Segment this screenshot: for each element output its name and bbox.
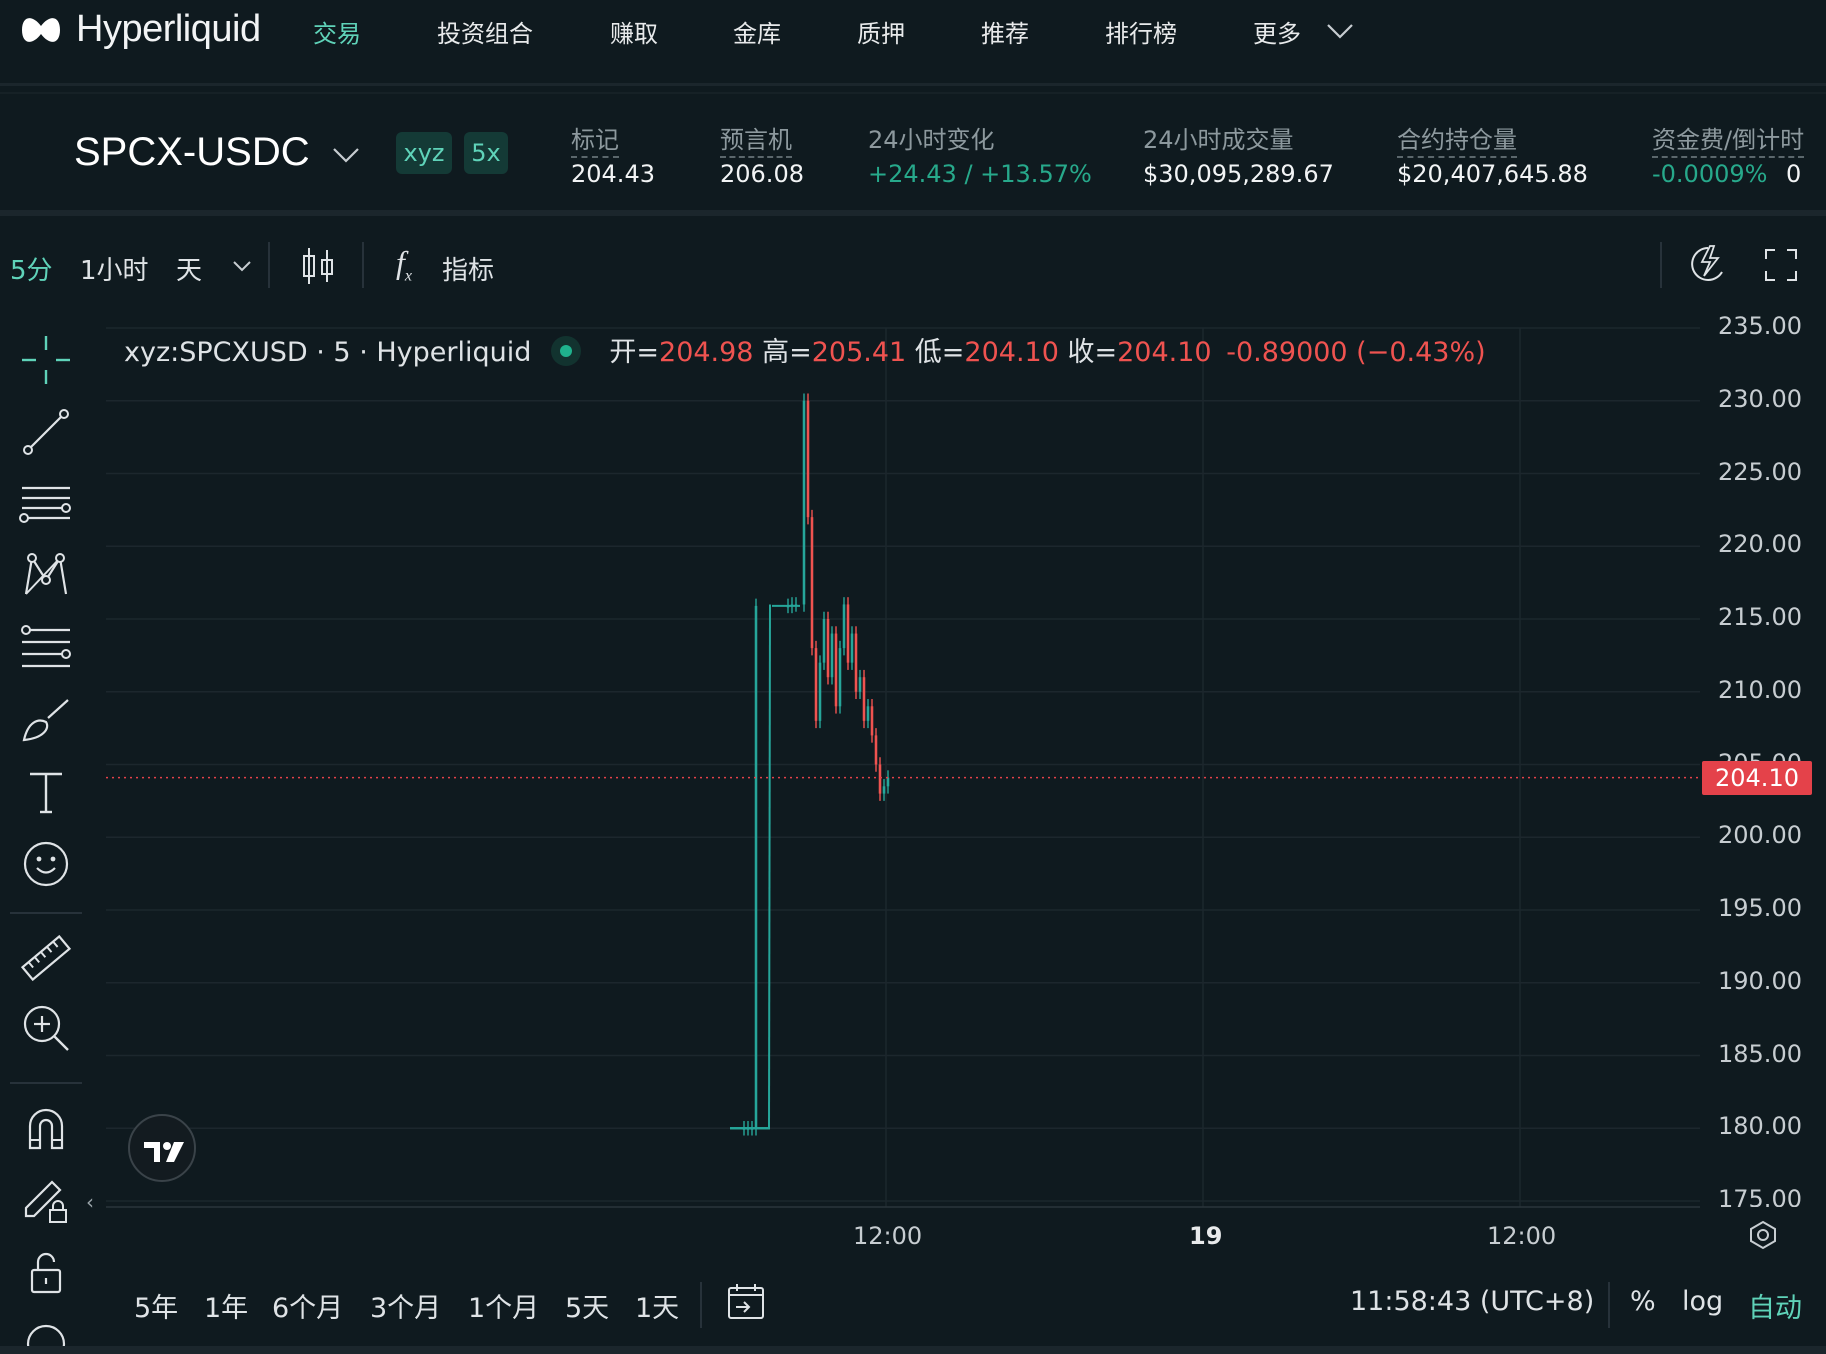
candle-body bbox=[810, 517, 814, 649]
legend-close-label: 收= bbox=[1067, 337, 1118, 368]
candle-body bbox=[870, 706, 874, 736]
y-tick-label: 190.00 bbox=[1718, 966, 1802, 995]
y-tick-label: 185.00 bbox=[1718, 1039, 1802, 1068]
candle-body bbox=[830, 633, 834, 678]
legend-high: 205.41 bbox=[811, 337, 907, 368]
candle-body bbox=[838, 648, 842, 707]
y-tick-label: 235.00 bbox=[1718, 312, 1802, 340]
candle-body bbox=[842, 604, 846, 649]
candle-body bbox=[850, 633, 854, 663]
legend-low: 204.10 bbox=[964, 337, 1059, 368]
price-jump bbox=[768, 604, 771, 1129]
percent-scale-toggle[interactable]: % bbox=[1630, 1286, 1656, 1317]
y-tick-label: 230.00 bbox=[1718, 384, 1802, 413]
candle-body bbox=[878, 764, 882, 794]
candle-body bbox=[866, 706, 870, 721]
range-5y[interactable]: 5年 bbox=[134, 1286, 178, 1325]
y-tick-label: 175.00 bbox=[1718, 1185, 1802, 1207]
candle-body bbox=[826, 619, 830, 678]
range-3m[interactable]: 3个月 bbox=[370, 1286, 441, 1325]
y-tick-label: 225.00 bbox=[1718, 457, 1802, 486]
range-5d[interactable]: 5天 bbox=[565, 1286, 609, 1325]
x-tick-label: 12:00 bbox=[1487, 1222, 1557, 1250]
candle-body bbox=[858, 677, 862, 692]
legend-high-label: 高= bbox=[762, 337, 812, 368]
legend-low-label: 低= bbox=[914, 337, 965, 368]
candle-body bbox=[854, 633, 858, 692]
x-tick-label: 12:00 bbox=[853, 1222, 923, 1250]
range-1y[interactable]: 1年 bbox=[204, 1286, 248, 1325]
market-status-icon bbox=[551, 336, 582, 366]
y-tick-label: 195.00 bbox=[1718, 894, 1802, 922]
range-6m[interactable]: 6个月 bbox=[272, 1286, 343, 1325]
log-scale-toggle[interactable]: log bbox=[1682, 1286, 1723, 1317]
candle-body bbox=[818, 662, 822, 721]
y-tick-label: 200.00 bbox=[1718, 821, 1802, 850]
x-tick-label: 19 bbox=[1189, 1222, 1223, 1250]
bottom-bar: 5年 1年 6个月 3个月 1个月 5天 1天 11:58:43 (UTC+8)… bbox=[0, 1264, 1826, 1344]
candle-body bbox=[862, 677, 866, 721]
candle-body bbox=[846, 604, 850, 663]
y-tick-label: 210.00 bbox=[1718, 675, 1802, 704]
last-price-tag: 204.10 bbox=[1702, 760, 1812, 795]
y-tick-label: 215.00 bbox=[1718, 603, 1802, 631]
auto-scale-toggle[interactable]: 自动 bbox=[1748, 1286, 1802, 1325]
chart-legend: xyz:SPCXUSD · 5 · Hyperliquid 开=204.98 高=… bbox=[124, 330, 1486, 369]
candle-body bbox=[874, 735, 878, 765]
candle-body bbox=[822, 619, 826, 663]
tradingview-logo[interactable] bbox=[128, 1114, 196, 1182]
candle-body bbox=[834, 633, 838, 707]
legend-symbol: xyz:SPCXUSD · 5 · Hyperliquid bbox=[124, 337, 532, 368]
range-1m[interactable]: 1个月 bbox=[468, 1286, 539, 1325]
legend-open: 204.98 bbox=[659, 337, 754, 368]
candle-body bbox=[886, 777, 890, 787]
chart-canvas[interactable] bbox=[0, 0, 1826, 1354]
candle-body bbox=[814, 648, 818, 721]
y-tick-label: 180.00 bbox=[1718, 1112, 1802, 1141]
legend-close: 204.10 bbox=[1117, 337, 1212, 368]
range-1d[interactable]: 1天 bbox=[635, 1286, 679, 1325]
y-tick-label: 220.00 bbox=[1718, 530, 1802, 559]
chart-clock[interactable]: 11:58:43 (UTC+8) bbox=[1350, 1286, 1594, 1317]
candle-body bbox=[802, 400, 806, 605]
tradingview-logo-icon bbox=[144, 1142, 184, 1162]
legend-change: -0.89000 (−0.43%) bbox=[1226, 337, 1486, 368]
price-chart: xyz:SPCXUSD · 5 · Hyperliquid 开=204.98 高=… bbox=[0, 0, 1826, 1354]
candle-body bbox=[882, 786, 886, 794]
legend-open-label: 开= bbox=[609, 337, 660, 368]
candle-body bbox=[806, 400, 810, 518]
candle-body bbox=[754, 605, 758, 1129]
chart-settings-icon[interactable] bbox=[1748, 1220, 1778, 1250]
bottom-divider bbox=[0, 1346, 1826, 1354]
goto-date-icon[interactable] bbox=[726, 1282, 766, 1322]
